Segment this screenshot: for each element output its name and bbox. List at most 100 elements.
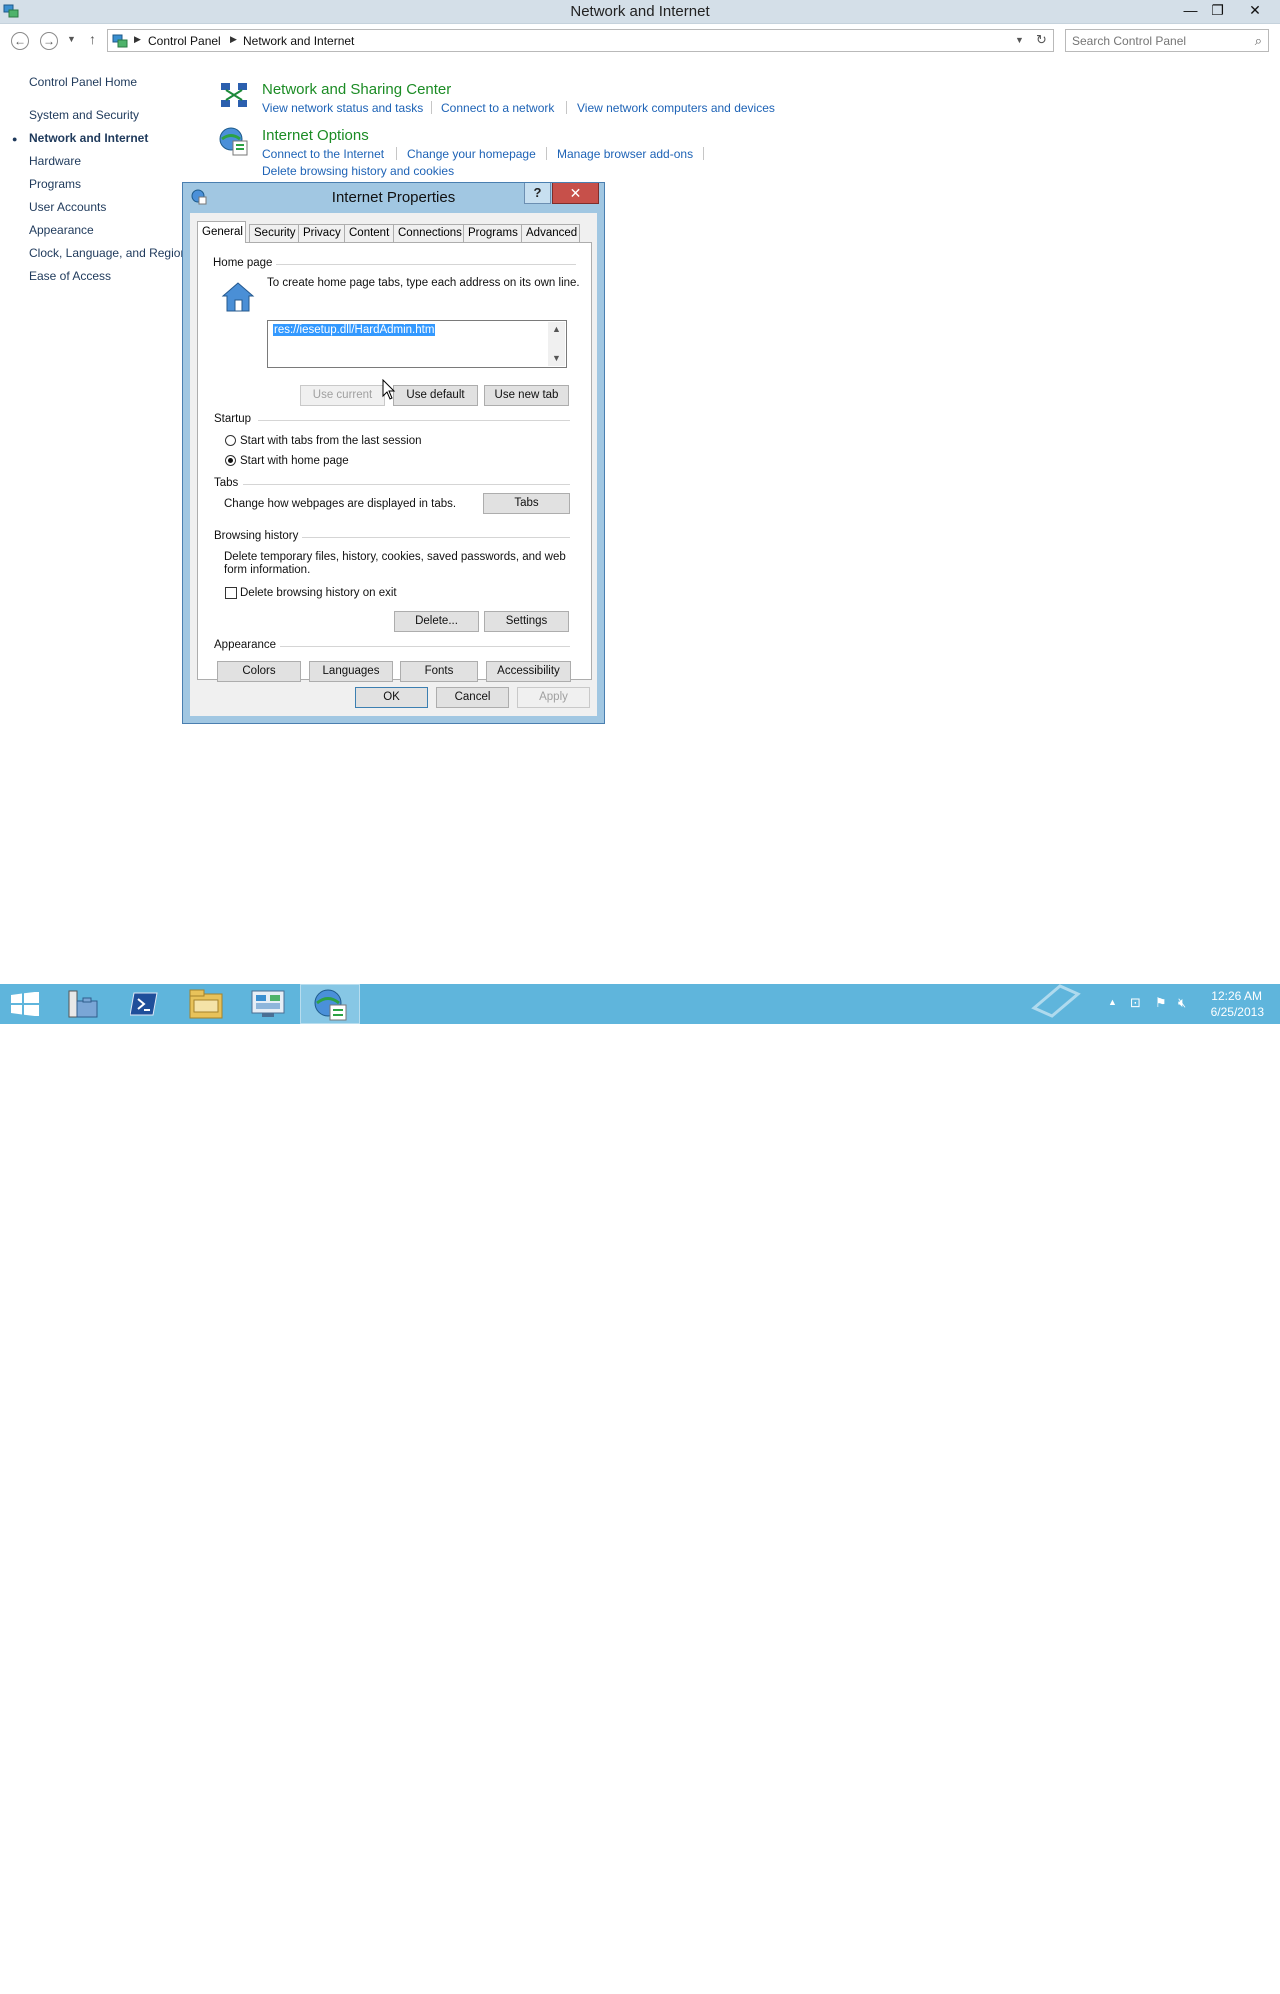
tab-programs[interactable]: Programs xyxy=(463,224,522,242)
internet-options-icon xyxy=(314,989,347,1021)
ok-button[interactable]: OK xyxy=(355,687,428,708)
restore-button[interactable]: ❐ xyxy=(1204,0,1231,20)
startup-group-label: Startup xyxy=(214,413,256,425)
breadcrumb-network-and-internet[interactable]: Network and Internet xyxy=(243,34,354,48)
search-input[interactable] xyxy=(1070,32,1244,50)
history-settings-button[interactable]: Settings xyxy=(484,611,569,632)
sidebar-item-system-and-security[interactable]: System and Security xyxy=(29,108,139,122)
sidebar-item-hardware[interactable]: Hardware xyxy=(29,154,81,168)
sidebar-item-network-and-internet[interactable]: Network and Internet xyxy=(29,131,148,145)
sidebar-item-user-accounts[interactable]: User Accounts xyxy=(29,200,106,214)
manage-addons-link[interactable]: Manage browser add-ons xyxy=(557,147,693,161)
sidebar-item-ease-of-access[interactable]: Ease of Access xyxy=(29,269,111,283)
change-homepage-link[interactable]: Change your homepage xyxy=(407,147,536,161)
link-divider xyxy=(546,147,547,160)
use-new-tab-button[interactable]: Use new tab xyxy=(484,385,569,406)
up-button[interactable]: ↑ xyxy=(89,31,96,47)
group-divider xyxy=(258,420,570,421)
cancel-button[interactable]: Cancel xyxy=(436,687,509,708)
languages-button[interactable]: Languages xyxy=(309,661,393,682)
scroll-up-icon[interactable]: ▲ xyxy=(548,322,565,337)
sidebar-item-clock-language-region[interactable]: Clock, Language, and Region xyxy=(29,246,187,260)
use-current-button[interactable]: Use current xyxy=(300,385,385,406)
delete-history-on-exit-checkbox[interactable] xyxy=(225,587,237,599)
tab-privacy[interactable]: Privacy xyxy=(298,224,345,242)
colors-button[interactable]: Colors xyxy=(217,661,301,682)
dialog-body: General Security Privacy Content Connect… xyxy=(190,213,597,716)
delete-history-button[interactable]: Delete... xyxy=(394,611,479,632)
home-page-group-label: Home page xyxy=(213,257,277,269)
startup-last-session-radio[interactable] xyxy=(225,435,236,446)
delete-browsing-history-link[interactable]: Delete browsing history and cookies xyxy=(262,164,454,178)
internet-properties-dialog: Internet Properties ? ✕ General Security… xyxy=(182,182,605,724)
link-divider xyxy=(566,101,567,114)
powershell-icon xyxy=(130,992,158,1016)
forward-button[interactable]: → xyxy=(40,32,58,50)
tab-content[interactable]: Content xyxy=(344,224,394,242)
address-dropdown-chevron-icon[interactable]: ▼ xyxy=(1015,35,1024,45)
volume-muted-icon[interactable]: 🔇︎ xyxy=(1178,995,1186,1011)
startup-home-page-radio[interactable] xyxy=(225,455,236,466)
tabs-settings-button[interactable]: Tabs xyxy=(483,493,570,514)
recent-locations-chevron-icon[interactable]: ▼ xyxy=(67,34,76,44)
internet-options-taskbar-button[interactable] xyxy=(300,984,360,1024)
help-button[interactable]: ? xyxy=(524,183,551,204)
tab-advanced[interactable]: Advanced xyxy=(521,224,580,242)
watermark-text: The Collection Book xyxy=(1092,1973,1254,1993)
refresh-icon[interactable]: ↻ xyxy=(1036,32,1047,48)
internet-options-title[interactable]: Internet Options xyxy=(262,127,369,144)
show-hidden-icons-chevron-icon[interactable]: ▲ xyxy=(1108,997,1117,1007)
powershell-taskbar-button[interactable] xyxy=(114,984,174,1024)
tab-connections[interactable]: Connections xyxy=(393,224,464,242)
clock-time[interactable]: 12:26 AM xyxy=(1200,989,1262,1003)
fonts-button[interactable]: Fonts xyxy=(400,661,478,682)
browsing-history-description-line2: form information. xyxy=(224,564,311,576)
breadcrumb-separator-icon[interactable]: ▶ xyxy=(134,34,141,45)
action-center-flag-icon[interactable]: ⚑ xyxy=(1155,995,1167,1011)
clock-date[interactable]: 6/25/2013 xyxy=(1200,1005,1264,1019)
address-bar[interactable]: ▶ Control Panel ▶ Network and Internet ▼… xyxy=(107,29,1054,52)
connect-to-internet-link[interactable]: Connect to the Internet xyxy=(262,147,384,161)
accessibility-button[interactable]: Accessibility xyxy=(486,661,571,682)
close-button[interactable]: ✕ xyxy=(1240,0,1270,20)
scroll-down-icon[interactable]: ▼ xyxy=(548,351,565,366)
tab-general[interactable]: General xyxy=(197,221,246,243)
home-page-scrollbar[interactable]: ▲ ▼ xyxy=(548,322,565,366)
home-page-instruction: To create home page tabs, type each addr… xyxy=(267,277,580,289)
control-panel-home-link[interactable]: Control Panel Home xyxy=(29,75,137,89)
connect-to-network-link[interactable]: Connect to a network xyxy=(441,101,554,115)
back-button[interactable]: ← xyxy=(11,32,29,50)
breadcrumb-separator-icon[interactable]: ▶ xyxy=(230,34,237,45)
startup-last-session-label[interactable]: Start with tabs from the last session xyxy=(240,435,422,447)
tabs-group-label: Tabs xyxy=(214,477,243,489)
control-panel-icon xyxy=(112,34,128,48)
view-network-computers-link[interactable]: View network computers and devices xyxy=(577,101,775,115)
network-tray-icon[interactable]: ⊡ xyxy=(1130,995,1141,1011)
server-manager-taskbar-button[interactable] xyxy=(52,984,112,1024)
folder-icon xyxy=(189,989,223,1019)
use-default-button[interactable]: Use default xyxy=(393,385,478,406)
network-sharing-center-title[interactable]: Network and Sharing Center xyxy=(262,81,451,98)
control-panel-taskbar-button[interactable] xyxy=(238,984,298,1024)
search-box[interactable]: ⌕ xyxy=(1065,29,1269,52)
browsing-history-description-line1: Delete temporary files, history, cookies… xyxy=(224,551,566,563)
start-button[interactable] xyxy=(0,984,50,1024)
general-tab-panel: Home page To create home page tabs, type… xyxy=(197,242,592,682)
sidebar-item-programs[interactable]: Programs xyxy=(29,177,81,191)
apply-button[interactable]: Apply xyxy=(517,687,590,708)
home-page-address-value[interactable]: res://iesetup.dll/HardAdmin.htm xyxy=(273,324,436,336)
window-title: Network and Internet xyxy=(570,3,710,20)
minimize-button[interactable]: — xyxy=(1177,0,1204,20)
startup-home-page-label[interactable]: Start with home page xyxy=(240,455,349,467)
home-page-address-textarea[interactable]: res://iesetup.dll/HardAdmin.htm ▲ ▼ xyxy=(267,320,567,368)
view-network-status-link[interactable]: View network status and tasks xyxy=(262,101,423,115)
breadcrumb-control-panel[interactable]: Control Panel xyxy=(148,34,221,48)
group-divider xyxy=(243,484,570,485)
dialog-close-button[interactable]: ✕ xyxy=(552,183,599,204)
home-icon xyxy=(221,282,255,312)
search-icon[interactable]: ⌕ xyxy=(1255,33,1262,49)
delete-history-on-exit-label[interactable]: Delete browsing history on exit xyxy=(240,587,397,599)
file-explorer-taskbar-button[interactable] xyxy=(176,984,236,1024)
tab-security[interactable]: Security xyxy=(249,224,299,242)
sidebar-item-appearance[interactable]: Appearance xyxy=(29,223,94,237)
